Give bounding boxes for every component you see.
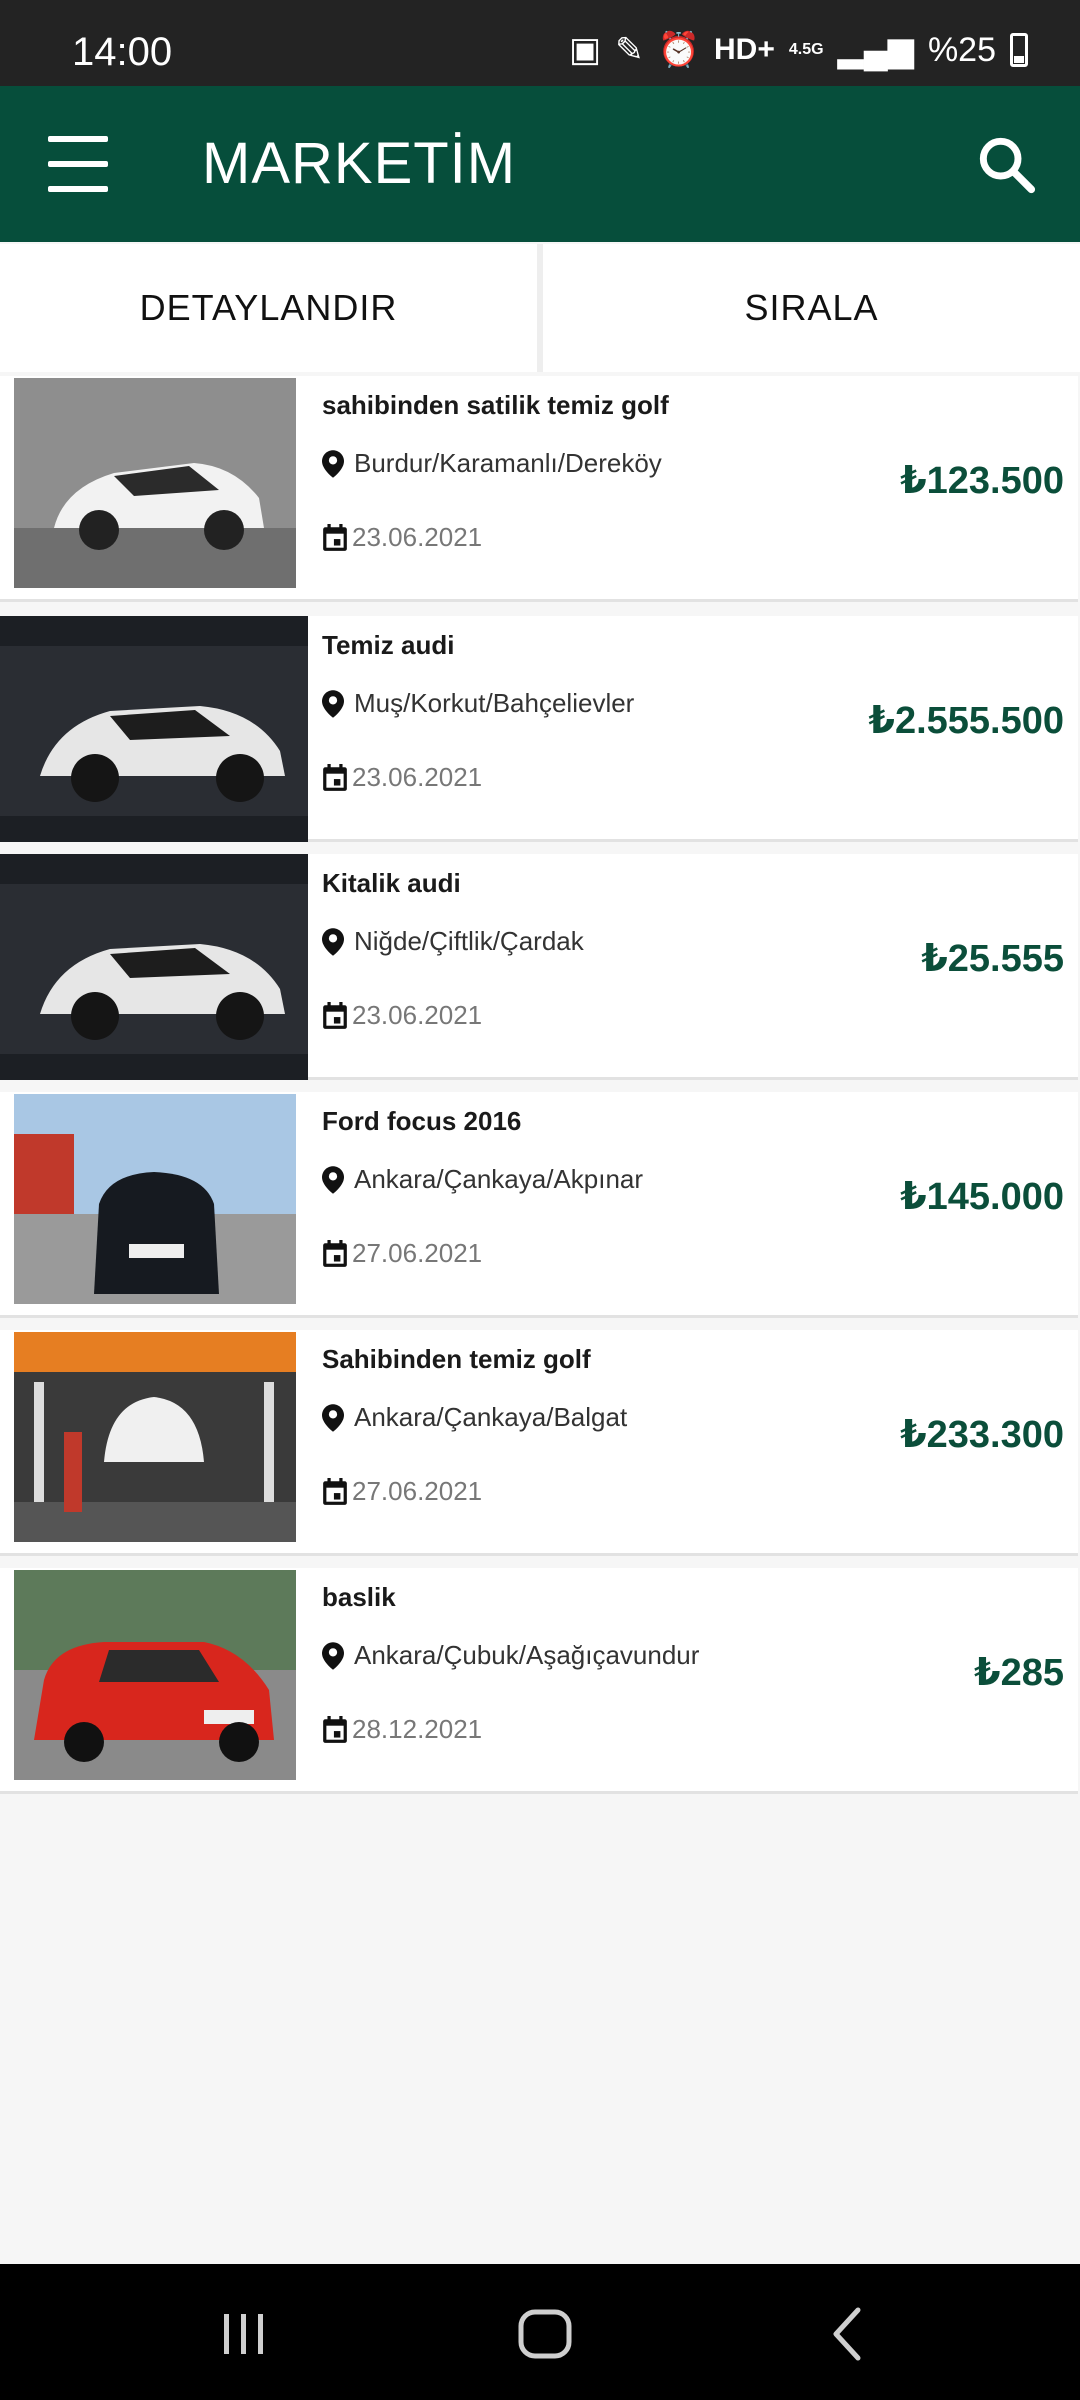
listing-card[interactable]: Ford focus 2016 Ankara/Çankaya/Akpınar 2… [0,1092,1078,1318]
listing-image [14,1570,296,1780]
listing-location: Ankara/Çubuk/Aşağıçavundur [322,1640,699,1671]
back-icon[interactable] [818,2304,878,2364]
signal-icon: ▂▄▆ [837,31,914,69]
listing-date: 23.06.2021 [322,522,482,553]
listing-date: 23.06.2021 [322,762,482,793]
location-pin-icon [322,1641,344,1670]
listing-image [0,616,308,842]
battery-icon [1010,33,1028,67]
system-nav-bar [0,2264,1080,2400]
filter-sort-bar: DETAYLANDIR SIRALA [0,244,1080,372]
location-pin-icon [322,1403,344,1432]
calendar-icon [323,1001,347,1029]
app-bar: MARKETİM [0,86,1080,242]
listing-date: 23.06.2021 [322,1000,482,1031]
battery-saver-icon: ▣ [569,31,602,69]
listing-card[interactable]: sahibinden satilik temiz golf Burdur/Kar… [0,376,1078,602]
listing-title: baslik [322,1582,396,1612]
page-title: MARKETİM [202,131,517,196]
listing-image [14,1094,296,1304]
listing-date: 27.06.2021 [322,1238,482,1269]
location-pin-icon [322,1165,344,1194]
listing-location: Burdur/Karamanlı/Dereköy [322,448,662,479]
network-type: HD+ [714,33,775,66]
listing-date: 27.06.2021 [322,1476,482,1507]
listing-price: ₺233.300 [900,1414,1064,1456]
pen-icon: ✎ [615,31,644,69]
listing-price: ₺123.500 [900,460,1064,502]
listing-title: Kitalik audi [322,868,461,898]
listing-card[interactable]: baslik Ankara/Çubuk/Aşağıçavundur 28.12.… [0,1568,1078,1794]
listing-location: Muş/Korkut/Bahçelievler [322,688,634,719]
status-icons: ▣ ✎ ⏰ HD+ 4.5G ▂▄▆ %25 [569,30,1028,70]
listing-image [14,1332,296,1542]
listing-location: Niğde/Çiftlik/Çardak [322,926,584,957]
listing-price: ₺145.000 [900,1176,1064,1218]
search-icon[interactable] [974,132,1038,196]
sort-button[interactable]: SIRALA [543,244,1080,372]
home-icon[interactable] [515,2304,575,2364]
listing-price: ₺2.555.500 [868,700,1065,742]
calendar-icon [323,1477,347,1505]
location-pin-icon [322,449,344,478]
battery-percent: %25 [927,30,996,69]
alarm-icon: ⏰ [657,31,700,69]
location-pin-icon [322,927,344,956]
listing-price: ₺25.555 [921,938,1064,980]
listing-card[interactable]: Temiz audi Muş/Korkut/Bahçelievler 23.06… [0,616,1078,842]
listing-title: sahibinden satilik temiz golf [322,390,669,420]
listing-image [0,854,308,1080]
menu-icon[interactable] [48,136,108,192]
listing-date: 28.12.2021 [322,1714,482,1745]
calendar-icon [323,763,347,791]
calendar-icon [323,1715,347,1743]
listing-image [14,378,296,588]
calendar-icon [323,1239,347,1267]
listing-title: Sahibinden temiz golf [322,1344,591,1374]
listing-location: Ankara/Çankaya/Akpınar [322,1164,643,1195]
listing-card[interactable]: Sahibinden temiz golf Ankara/Çankaya/Bal… [0,1330,1078,1556]
location-pin-icon [322,689,344,718]
listing-title: Temiz audi [322,630,455,660]
listing-title: Ford focus 2016 [322,1106,522,1136]
network-gen: 4.5G [788,41,824,58]
listing-price: ₺285 [974,1652,1064,1694]
listing-card[interactable]: Kitalik audi Niğde/Çiftlik/Çardak 23.06.… [0,854,1078,1080]
listing-location: Ankara/Çankaya/Balgat [322,1402,627,1433]
detail-filter-button[interactable]: DETAYLANDIR [0,244,537,372]
status-bar: 14:00 ▣ ✎ ⏰ HD+ 4.5G ▂▄▆ %25 [0,0,1080,86]
status-time: 14:00 [72,30,173,74]
calendar-icon [323,523,347,551]
recent-apps-icon[interactable] [214,2304,274,2364]
